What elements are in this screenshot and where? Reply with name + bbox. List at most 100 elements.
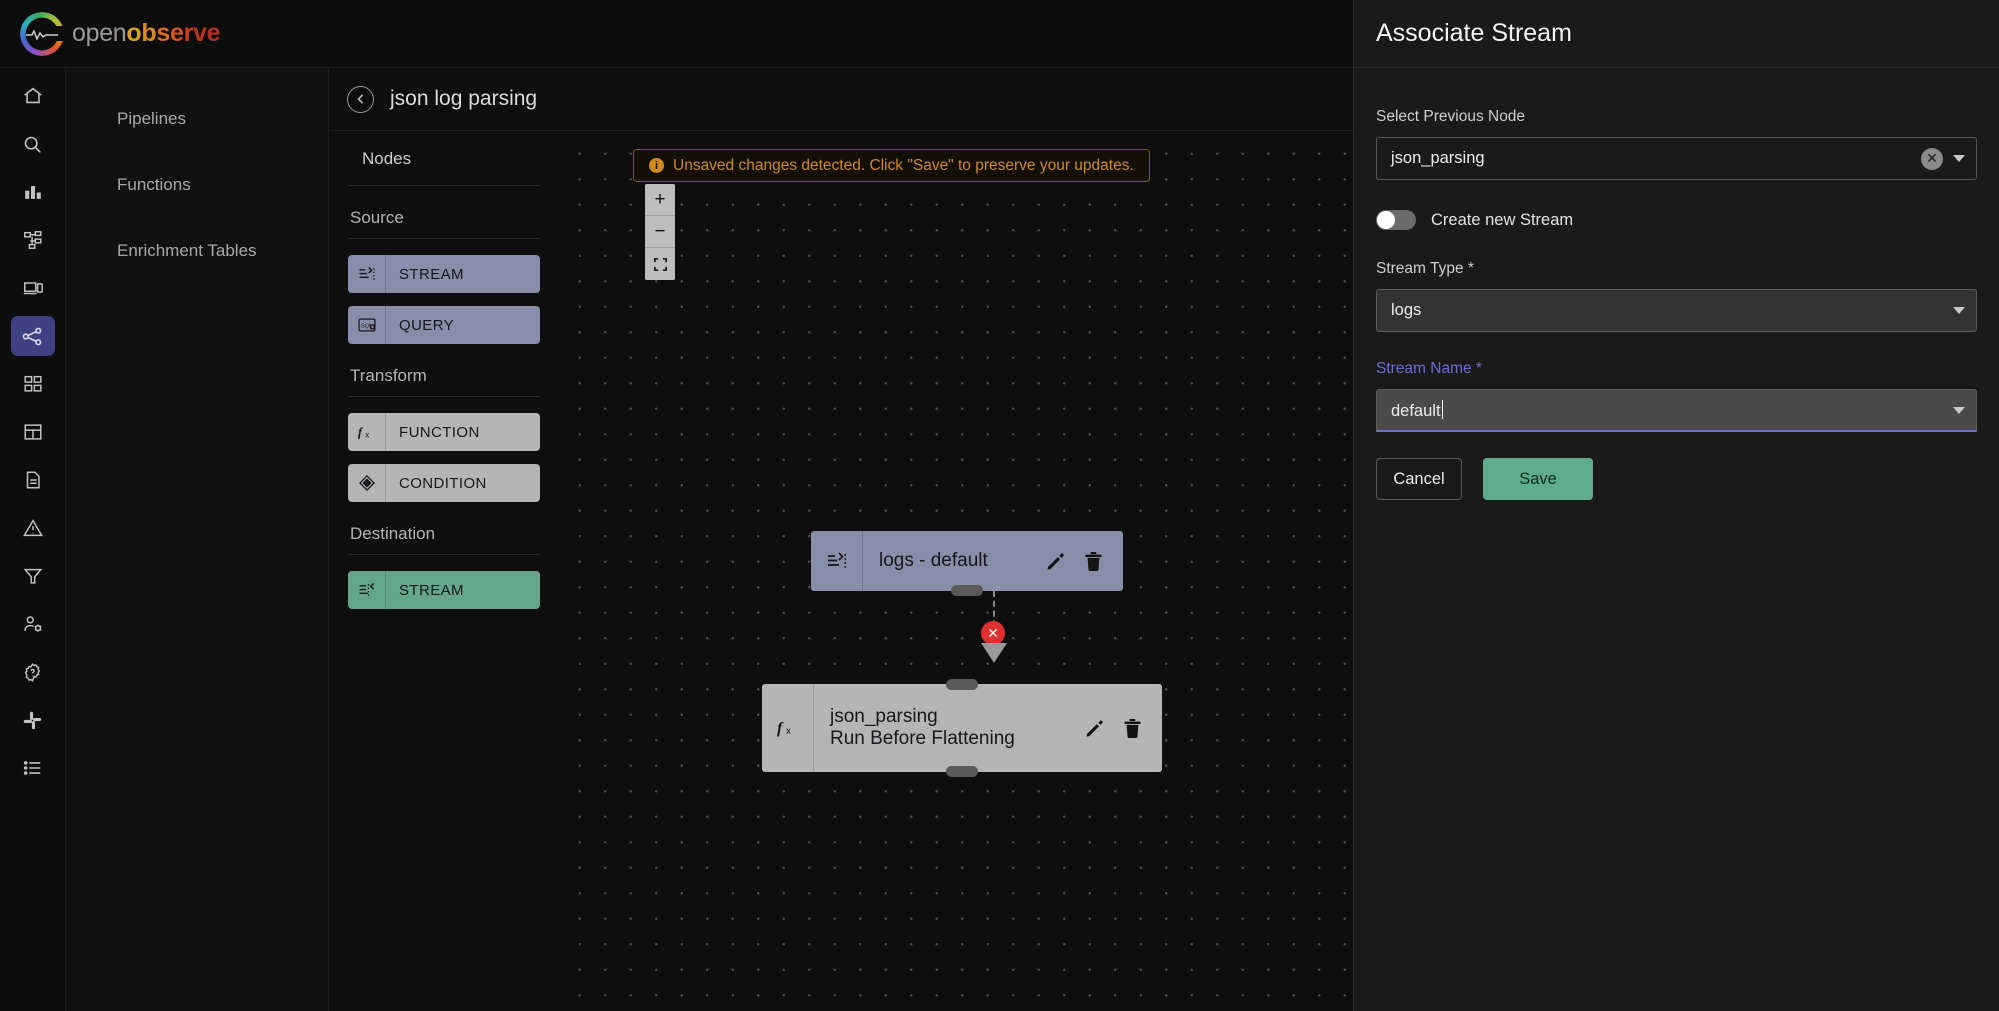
node-handle-bottom[interactable] (946, 766, 978, 777)
panel-actions: Cancel Save (1376, 458, 1977, 500)
stream-type-label: Stream Type * (1376, 260, 1977, 278)
alert-triangle-icon[interactable] (11, 508, 55, 548)
palette-node-function[interactable]: fx FUNCTION (348, 413, 540, 451)
sidebar-item-enrichment-tables[interactable]: Enrichment Tables (66, 218, 328, 284)
pencil-icon[interactable] (1084, 718, 1105, 739)
app-root: openobserve OpenAPI D (0, 0, 1999, 1011)
sql-query-icon: SQL (348, 306, 386, 344)
divider (348, 396, 540, 397)
panel-header: Associate Stream (1354, 0, 1999, 68)
brand-prefix: open (72, 19, 126, 47)
svg-text:f: f (357, 426, 363, 440)
chevron-down-icon[interactable] (1953, 407, 1965, 414)
funnel-icon[interactable] (11, 556, 55, 596)
home-icon[interactable] (11, 76, 55, 116)
document-icon[interactable] (11, 460, 55, 500)
palette-node-label: FUNCTION (386, 413, 540, 451)
palette-group-label-destination: Destination (348, 524, 540, 544)
list-icon[interactable] (11, 748, 55, 788)
palette-node-label: QUERY (386, 306, 540, 344)
panel-body: Select Previous Node json_parsing ✕ Crea… (1354, 68, 1999, 500)
flow-node-name: logs - default (879, 550, 1035, 572)
stream-in-icon (811, 531, 863, 591)
flow-node-subtitle: Run Before Flattening (830, 728, 1074, 750)
stream-type-value: logs (1391, 301, 1943, 320)
previous-node-value: json_parsing (1391, 149, 1921, 168)
zoom-controls: + − (645, 184, 675, 280)
zoom-in-button[interactable]: + (645, 184, 675, 216)
palette-node-label: STREAM (386, 255, 540, 293)
bar-chart-icon[interactable] (11, 172, 55, 212)
flow-node-actions (1035, 531, 1123, 591)
dashboard-grid-icon[interactable] (11, 364, 55, 404)
gear-help-icon[interactable] (11, 652, 55, 692)
palette-group-label-transform: Transform (348, 366, 540, 386)
text-cursor (1442, 400, 1443, 419)
save-button[interactable]: Save (1483, 458, 1593, 500)
openobserve-logo-icon (20, 12, 64, 56)
close-circle-icon[interactable]: ✕ (981, 621, 1005, 645)
flow-node-text: json_parsing Run Before Flattening (814, 684, 1074, 772)
flow-node-source-stream[interactable]: logs - default (811, 531, 1123, 591)
stream-type-select[interactable]: logs (1376, 289, 1977, 332)
create-new-stream-toggle[interactable] (1376, 210, 1416, 230)
flow-edge[interactable]: ✕ (963, 591, 1023, 686)
zoom-out-button[interactable]: − (645, 216, 675, 248)
slack-icon[interactable] (11, 700, 55, 740)
brand-logo-group[interactable]: openobserve (20, 12, 220, 56)
stream-name-label: Stream Name * (1376, 360, 1977, 378)
user-gear-icon[interactable] (11, 604, 55, 644)
icon-rail (0, 68, 66, 1011)
divider (348, 185, 540, 186)
sidebar-item-functions[interactable]: Functions (66, 152, 328, 218)
svg-text:x: x (365, 430, 369, 439)
stream-out-icon (348, 571, 386, 609)
svg-text:f: f (777, 720, 784, 737)
fx-icon: fx (762, 684, 814, 772)
sidebar-item-pipelines[interactable]: Pipelines (66, 86, 328, 152)
node-handle-top[interactable] (946, 679, 978, 690)
previous-node-label: Select Previous Node (1376, 108, 1977, 126)
fit-view-button[interactable] (645, 248, 675, 280)
chevron-left-circle-icon[interactable] (347, 86, 374, 113)
flow-node-text: logs - default (863, 531, 1035, 591)
rum-device-icon[interactable] (11, 268, 55, 308)
chevron-down-icon[interactable] (1953, 155, 1965, 162)
table-icon[interactable] (11, 412, 55, 452)
stream-in-icon (348, 255, 386, 293)
trash-icon[interactable] (1123, 718, 1142, 739)
diamond-icon (348, 464, 386, 502)
pipeline-share-icon[interactable] (11, 316, 55, 356)
divider (348, 554, 540, 555)
banner-text: Unsaved changes detected. Click "Save" t… (673, 157, 1134, 175)
divider (348, 238, 540, 239)
pencil-icon[interactable] (1045, 551, 1066, 572)
clear-circle-icon[interactable]: ✕ (1921, 148, 1943, 170)
previous-node-select[interactable]: json_parsing ✕ (1376, 137, 1977, 180)
stream-name-input[interactable]: default (1376, 389, 1977, 432)
palette-node-condition[interactable]: CONDITION (348, 464, 540, 502)
associate-stream-panel: Associate Stream Select Previous Node js… (1353, 0, 1999, 1011)
pulse-wave-icon (26, 30, 58, 40)
flow-node-actions (1074, 684, 1162, 772)
panel-title: Associate Stream (1376, 19, 1572, 48)
fx-icon: fx (348, 413, 386, 451)
node-palette: Nodes Source STREAM SQL QUERY Transform (329, 131, 559, 1011)
cancel-button[interactable]: Cancel (1376, 458, 1462, 500)
unsaved-changes-banner: i Unsaved changes detected. Click "Save"… (633, 149, 1150, 182)
pipelines-nav: Pipelines Functions Enrichment Tables (66, 68, 329, 1011)
search-icon[interactable] (11, 124, 55, 164)
traces-tree-icon[interactable] (11, 220, 55, 260)
palette-group-label-source: Source (348, 208, 540, 228)
sidebar-item-label: Pipelines (117, 109, 186, 129)
flow-node-function[interactable]: fx json_parsing Run Before Flattening (762, 684, 1162, 772)
page-title: json log parsing (390, 87, 537, 111)
svg-text:x: x (786, 726, 791, 737)
create-new-stream-row: Create new Stream (1376, 210, 1977, 230)
trash-icon[interactable] (1084, 551, 1103, 572)
chevron-down-icon[interactable] (1953, 307, 1965, 314)
create-new-stream-label: Create new Stream (1431, 211, 1573, 230)
palette-node-source-stream[interactable]: STREAM (348, 255, 540, 293)
palette-node-source-query[interactable]: SQL QUERY (348, 306, 540, 344)
palette-node-dest-stream[interactable]: STREAM (348, 571, 540, 609)
